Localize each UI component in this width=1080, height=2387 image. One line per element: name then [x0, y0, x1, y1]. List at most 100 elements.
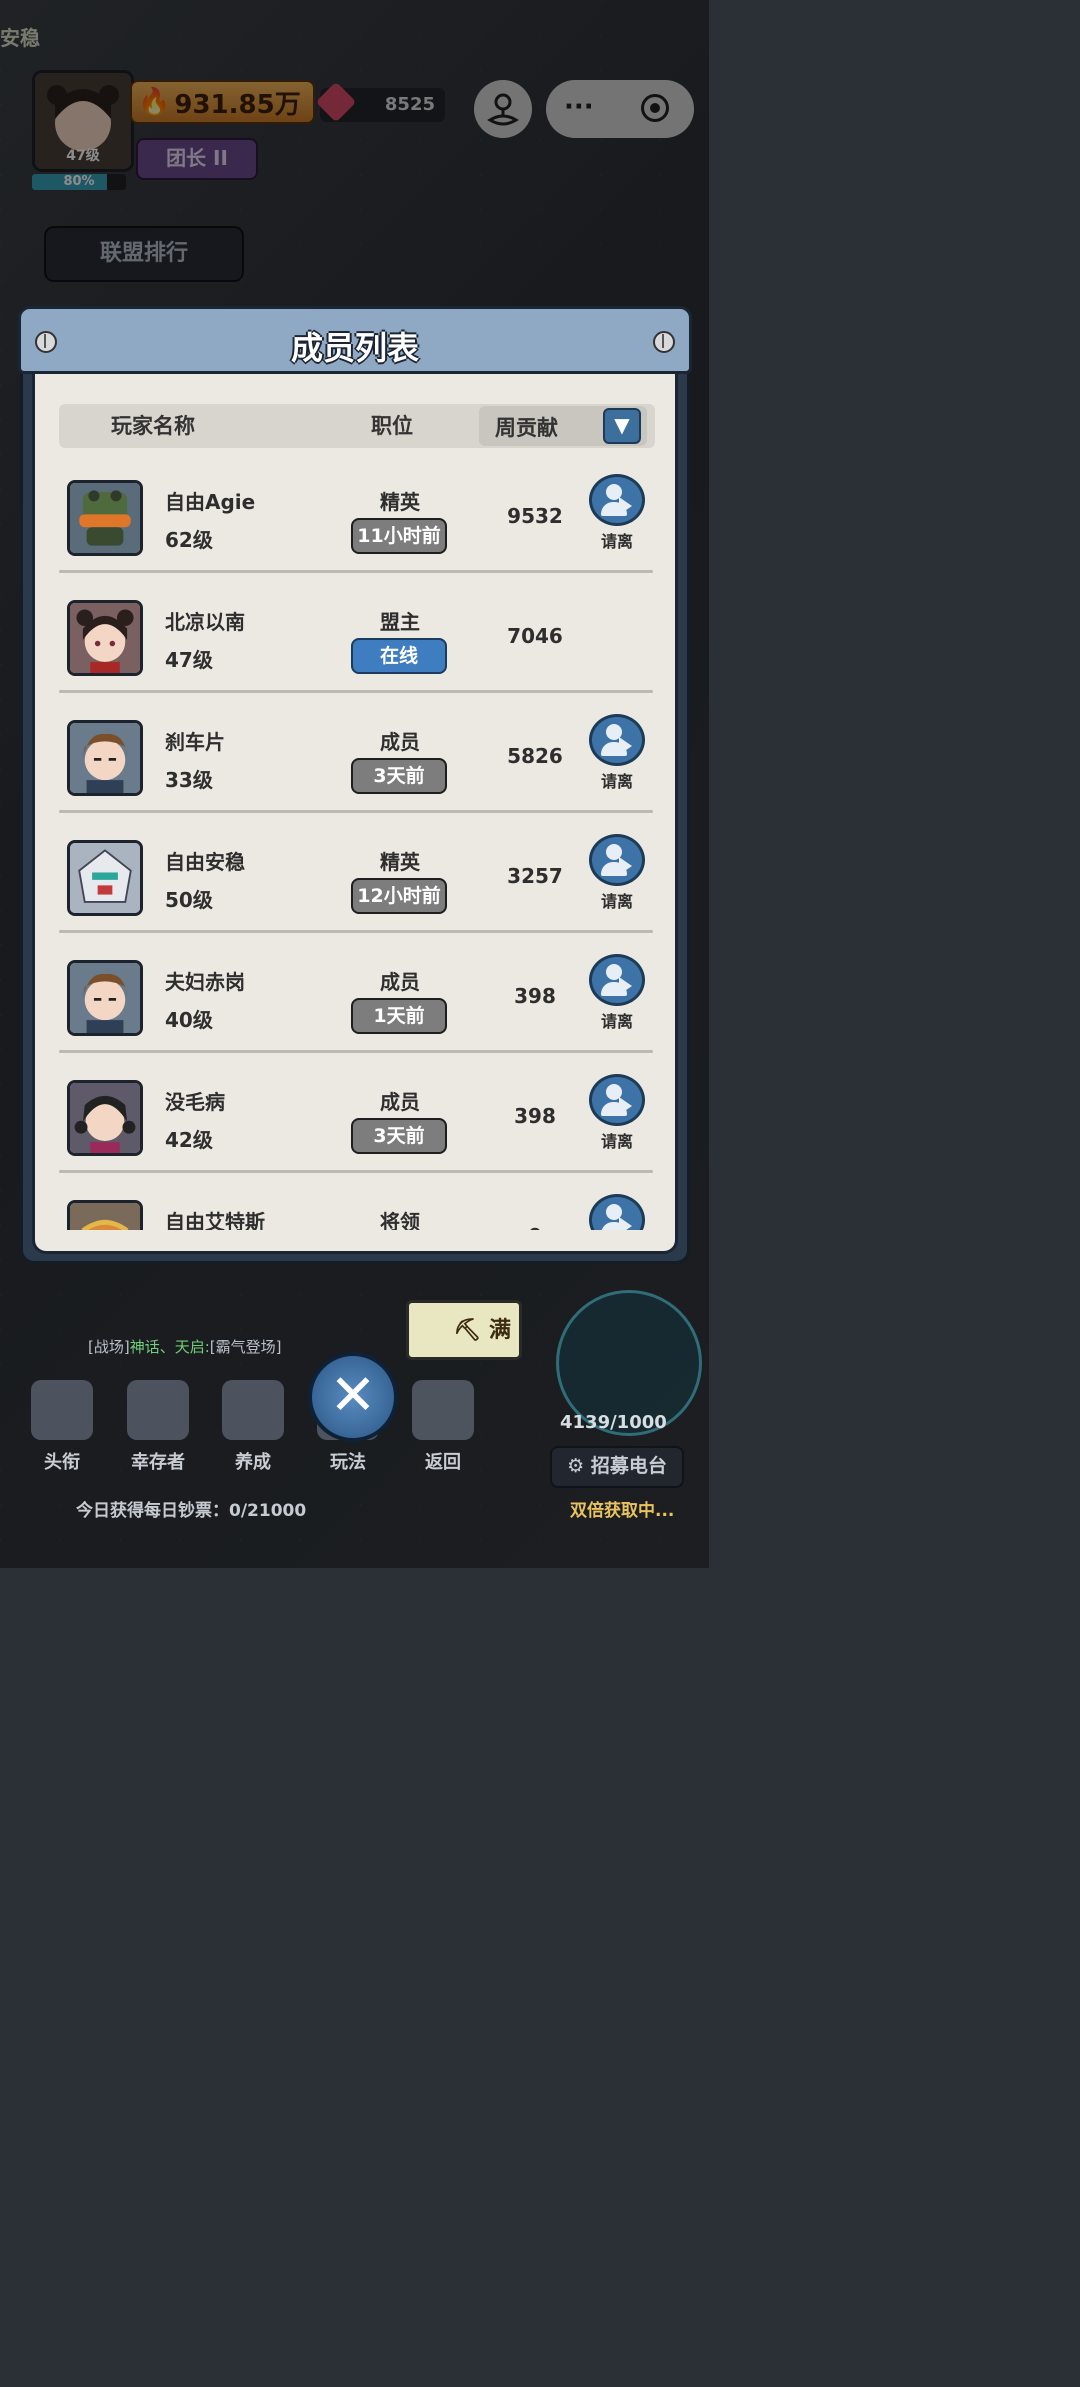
- member-avatar[interactable]: [67, 720, 143, 796]
- member-row[interactable]: 自由Agie 62级 精英 11小时前 9532 请离: [55, 464, 659, 584]
- bottom-nav-item[interactable]: 玩法: [308, 1448, 388, 1474]
- member-row[interactable]: 自由安稳 50级 精英 12小时前 3257 请离: [55, 824, 659, 944]
- row-divider: [59, 570, 653, 573]
- member-level: 50级: [165, 888, 213, 912]
- member-name: 夫妇赤岗: [165, 970, 245, 994]
- kick-member-button[interactable]: 请离: [585, 474, 649, 552]
- member-weekly-contribution: 398: [514, 1104, 556, 1128]
- kick-member-button[interactable]: 请离: [585, 954, 649, 1032]
- back-icon: [412, 1380, 474, 1440]
- member-row[interactable]: 自由艾特斯 将领 0: [55, 1184, 659, 1230]
- double-reward-status: 双倍获取中...: [570, 1501, 675, 1521]
- recruit-radio-button[interactable]: ⚙ 招募电台: [550, 1446, 684, 1488]
- member-level: 47级: [165, 648, 213, 672]
- remove-user-icon: [589, 474, 645, 526]
- medal-icon: [31, 1380, 93, 1440]
- ticker-suffix: [霸气登场]: [209, 1338, 282, 1356]
- kick-member-button[interactable]: [585, 1194, 649, 1230]
- kick-label: 请离: [600, 1132, 633, 1151]
- member-avatar[interactable]: [67, 960, 143, 1036]
- member-role: 精英: [380, 490, 420, 514]
- member-name: 自由Agie: [165, 490, 256, 514]
- battle-ticker: [战场]神话、天启:[霸气登场]: [88, 1336, 282, 1357]
- member-avatar[interactable]: [67, 1200, 143, 1230]
- member-last-online: 在线: [351, 638, 447, 674]
- member-last-online: 12小时前: [351, 878, 447, 914]
- member-level: 62级: [165, 528, 213, 552]
- member-name: 刹车片: [165, 730, 225, 754]
- upgrade-icon: [222, 1380, 284, 1440]
- kick-label: 请离: [600, 1012, 633, 1031]
- member-level: 40级: [165, 1008, 213, 1032]
- member-avatar[interactable]: [67, 1080, 143, 1156]
- member-last-online: 3天前: [351, 758, 447, 794]
- row-divider: [59, 690, 653, 693]
- panel-title: 成员列表: [290, 329, 419, 367]
- member-avatar[interactable]: [67, 480, 143, 556]
- bottom-nav-item[interactable]: 返回: [403, 1448, 483, 1474]
- member-last-online: 1天前: [351, 998, 447, 1034]
- member-last-online: 3天前: [351, 1118, 447, 1154]
- member-weekly-contribution: 5826: [507, 744, 563, 768]
- member-name: 没毛病: [165, 1090, 225, 1114]
- member-avatar[interactable]: [67, 840, 143, 916]
- remove-user-icon: [589, 1074, 645, 1126]
- member-level: 33级: [165, 768, 213, 792]
- kick-label: 请离: [600, 532, 633, 551]
- member-row[interactable]: 没毛病 42级 成员 3天前 398 请离: [55, 1064, 659, 1184]
- member-weekly-contribution: 0: [495, 1224, 575, 1230]
- member-weekly-contribution: 7046: [507, 624, 563, 648]
- daily-cash-progress: 今日获得每日钞票：0/21000: [76, 1501, 307, 1521]
- member-role: 成员: [380, 970, 420, 994]
- row-divider: [59, 930, 653, 933]
- member-level: 42级: [165, 1128, 213, 1152]
- column-header: 玩家名称 职位 周贡献 ▼: [59, 404, 655, 448]
- panel-header: 成员列表: [18, 306, 692, 374]
- member-weekly-contribution: 9532: [507, 504, 563, 528]
- member-name: 北凉以南: [165, 610, 245, 634]
- ticker-highlight: 神话、天启:: [129, 1338, 210, 1356]
- recruit-label: 招募电台: [590, 1455, 667, 1477]
- member-role: 成员: [380, 1090, 420, 1114]
- full-label: 满: [488, 1318, 511, 1343]
- kick-member-button[interactable]: 请离: [585, 714, 649, 792]
- col-weekly-contribution: 周贡献: [495, 416, 558, 440]
- sort-weekly-button[interactable]: 周贡献 ▼: [479, 406, 647, 446]
- bottom-nav-item[interactable]: 养成: [213, 1448, 293, 1474]
- remove-user-icon: [589, 1194, 645, 1230]
- member-weekly-contribution: 398: [514, 984, 556, 1008]
- kick-label: 请离: [600, 892, 633, 911]
- pickaxe-full-sign[interactable]: ⛏ 满: [406, 1300, 522, 1360]
- col-player-name: 玩家名称: [111, 414, 195, 438]
- member-name: 自由安稳: [165, 850, 245, 874]
- kick-label: 请离: [600, 772, 633, 791]
- row-divider: [59, 1170, 653, 1173]
- close-button[interactable]: ✕: [308, 1352, 398, 1442]
- member-role: 精英: [380, 850, 420, 874]
- member-avatar[interactable]: [67, 600, 143, 676]
- remove-user-icon: [589, 834, 645, 886]
- radio-counter: 4139/1000: [560, 1412, 667, 1433]
- kick-member-button[interactable]: 请离: [585, 834, 649, 912]
- row-divider: [59, 1050, 653, 1053]
- survivor-icon: [127, 1380, 189, 1440]
- panel-body: 玩家名称 职位 周贡献 ▼ 自由Agie 62级 精英 11小时前 9532 请离 …: [32, 374, 678, 1254]
- chevron-down-icon[interactable]: ▼: [603, 408, 641, 444]
- member-name: 自由艾特斯: [165, 1210, 265, 1230]
- member-row[interactable]: 夫妇赤岗 40级 成员 1天前 398 请离: [55, 944, 659, 1064]
- bottom-nav-item[interactable]: 幸存者: [118, 1448, 198, 1474]
- row-divider: [59, 810, 653, 813]
- member-list[interactable]: 玩家名称 职位 周贡献 ▼ 自由Agie 62级 精英 11小时前 9532 请离 …: [55, 374, 659, 1230]
- member-role: 成员: [380, 730, 420, 754]
- member-weekly-contribution: 3257: [507, 864, 563, 888]
- member-role: 盟主: [380, 610, 420, 634]
- remove-user-icon: [589, 954, 645, 1006]
- member-last-online: 11小时前: [351, 518, 447, 554]
- col-position: 职位: [371, 414, 413, 438]
- member-row[interactable]: 刹车片 33级 成员 3天前 5826 请离: [55, 704, 659, 824]
- member-role: 将领: [380, 1210, 420, 1230]
- kick-member-button[interactable]: 请离: [585, 1074, 649, 1152]
- member-row[interactable]: 北凉以南 47级 盟主在线 7046: [55, 584, 659, 704]
- ticker-prefix: [战场]: [88, 1338, 130, 1356]
- bottom-nav-item[interactable]: 头衔: [22, 1448, 102, 1474]
